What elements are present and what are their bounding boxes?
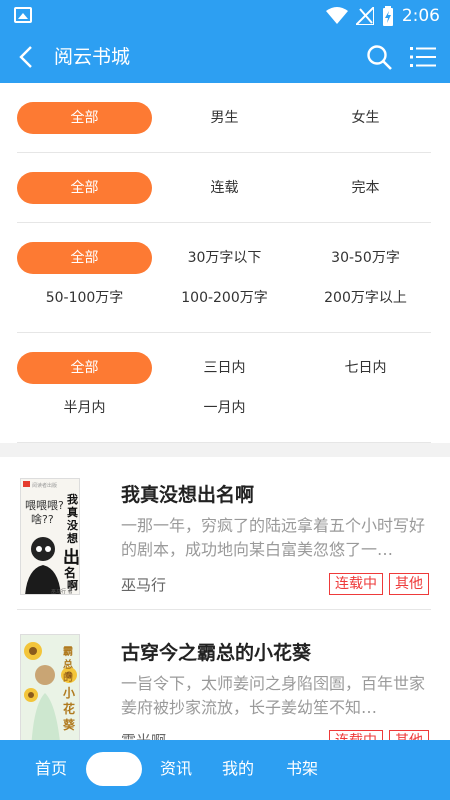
svg-text:的: 的 (63, 671, 73, 684)
nav-news[interactable]: 资讯 (160, 757, 192, 781)
nav-center-button[interactable] (86, 752, 142, 786)
book-description: 一旨令下，太师姜问之身陷囹圄，百年世家姜府被抄家流放，长子姜幼笙不知… (121, 674, 426, 717)
wifi-icon (325, 7, 348, 24)
svg-text:真: 真 (67, 505, 78, 519)
svg-text:想: 想 (66, 531, 78, 545)
filter-option-30-50w[interactable]: 30-50万字 (298, 242, 433, 274)
svg-text:霸: 霸 (63, 646, 73, 658)
section-divider (0, 443, 450, 457)
filter-option-under-30w[interactable]: 30万字以下 (157, 242, 292, 274)
filter-option-all[interactable]: 全部 (17, 172, 152, 204)
book-title[interactable]: 古穿今之霸总的小花葵 (121, 638, 311, 665)
nav-home[interactable]: 首页 (35, 757, 67, 781)
page-title: 阅云书城 (54, 46, 131, 68)
svg-text:小: 小 (63, 685, 75, 700)
svg-text:没: 没 (67, 518, 79, 532)
filter-option-male[interactable]: 男生 (157, 102, 292, 134)
book-cover: 霸 总 的 小 花 葵 (20, 634, 80, 751)
filter-option-7-days[interactable]: 七日内 (298, 352, 433, 384)
svg-text:葵: 葵 (62, 717, 76, 732)
app-bar: 阅云书城 (0, 32, 450, 83)
book-author: 巫马行 (121, 576, 167, 594)
filter-option-all[interactable]: 全部 (17, 242, 152, 274)
book-list-item[interactable]: 阅读者出版 喂喂喂? 啥?? 我 真 没 想 出 名 啊 巫马行 著 我真没想出… (17, 470, 431, 610)
book-title[interactable]: 我真没想出名啊 (121, 480, 254, 507)
svg-text:总: 总 (63, 658, 73, 671)
filter-option-completed[interactable]: 完本 (298, 172, 433, 204)
book-cover-art: 霸 总 的 小 花 葵 (24, 642, 77, 750)
book-cover: 阅读者出版 喂喂喂? 啥?? 我 真 没 想 出 名 啊 巫马行 著 (20, 478, 80, 595)
category-badge: 其他 (389, 573, 429, 595)
nav-bookshelf[interactable]: 书架 (286, 757, 318, 781)
book-description: 一那一年，穷疯了的陆远拿着五个小时写好的剧本，成功地向某白富美忽悠了一… (121, 516, 426, 559)
filter-option-one-month[interactable]: 一月内 (157, 392, 292, 424)
filter-row-word-count: 全部 30万字以下 30-50万字 50-100万字 100-200万字 200… (17, 223, 431, 333)
status-bar: 2:06 (0, 0, 450, 32)
status-time: 2:06 (401, 6, 440, 26)
svg-text:出: 出 (63, 547, 80, 568)
filter-row-status: 全部 连载 完本 (17, 153, 431, 223)
filter-row-update-time: 全部 三日内 七日内 半月内 一月内 (17, 333, 431, 443)
image-icon (14, 7, 32, 23)
filter-option-all[interactable]: 全部 (17, 102, 152, 134)
status-badge: 连载中 (329, 573, 383, 595)
menu-list-icon[interactable] (410, 45, 436, 69)
filter-option-female[interactable]: 女生 (298, 102, 433, 134)
filter-option-serializing[interactable]: 连载 (157, 172, 292, 204)
svg-text:名: 名 (64, 565, 76, 580)
filter-option-100-200w[interactable]: 100-200万字 (157, 282, 292, 314)
svg-text:我: 我 (67, 492, 78, 506)
battery-icon (382, 6, 393, 26)
svg-text:阅读者出版: 阅读者出版 (32, 482, 57, 489)
svg-text:喂喂喂?: 喂喂喂? (25, 499, 64, 512)
search-icon[interactable] (366, 44, 393, 71)
filter-option-all[interactable]: 全部 (17, 352, 152, 384)
nav-mine[interactable]: 我的 (222, 757, 254, 781)
filter-option-over-200w[interactable]: 200万字以上 (298, 282, 433, 314)
back-icon[interactable] (14, 44, 40, 70)
signal-icon (355, 7, 374, 25)
filter-row-gender: 全部 男生 女生 (17, 83, 431, 153)
filter-option-half-month[interactable]: 半月内 (17, 392, 152, 424)
svg-text:花: 花 (63, 701, 75, 716)
svg-text:啥??: 啥?? (31, 512, 54, 526)
svg-text:巫马行 著: 巫马行 著 (51, 588, 73, 595)
book-cover-art: 阅读者出版 喂喂喂? 啥?? 我 真 没 想 出 名 啊 巫马行 著 (23, 481, 80, 595)
filter-option-3-days[interactable]: 三日内 (157, 352, 292, 384)
filter-option-50-100w[interactable]: 50-100万字 (17, 282, 152, 314)
bottom-nav: 首页 资讯 我的 书架 (0, 740, 450, 800)
